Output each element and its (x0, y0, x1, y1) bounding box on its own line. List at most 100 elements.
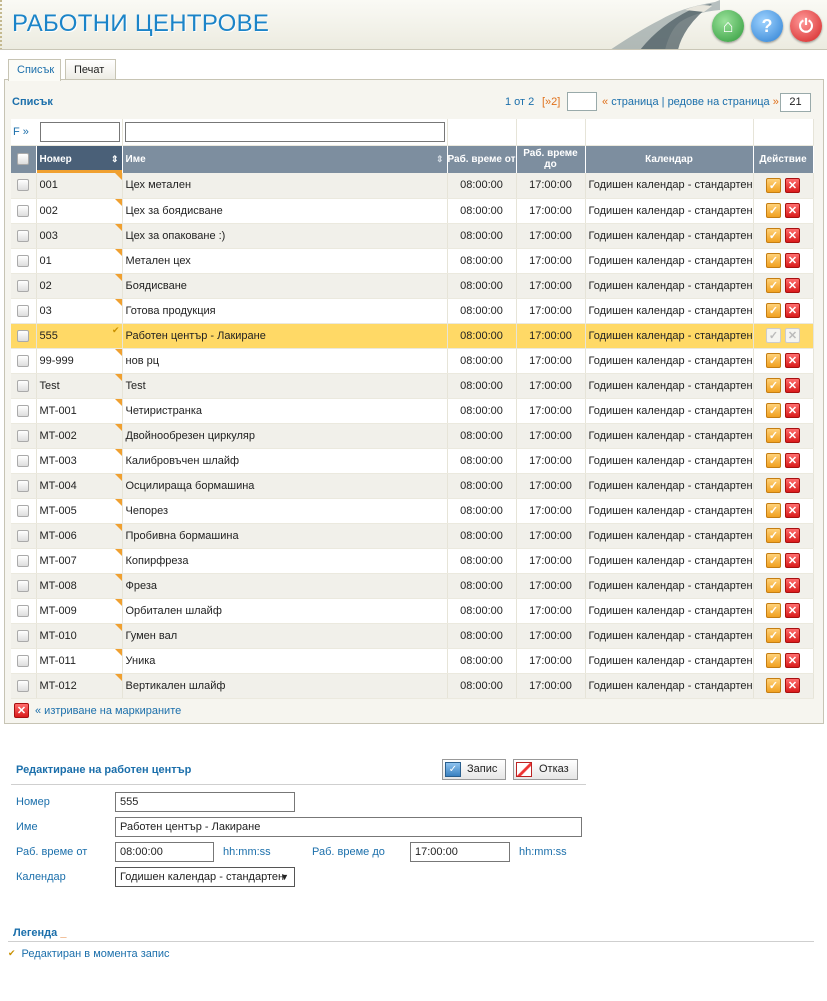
row-checkbox[interactable] (17, 354, 30, 367)
delete-icon[interactable]: ✕ (785, 628, 800, 643)
row-checkbox[interactable] (17, 554, 30, 567)
delete-icon[interactable]: ✕ (785, 278, 800, 293)
logout-button[interactable]: ⏻ (790, 10, 822, 42)
delete-icon[interactable]: ✕ (785, 653, 800, 668)
table-row[interactable]: MT-004 Осцилираща бормашина 08:00:00 17:00:… (11, 473, 814, 499)
edit-icon[interactable]: ✓ (766, 228, 781, 243)
delete-icon[interactable]: ✕ (785, 203, 800, 218)
edit-icon[interactable]: ✓ (766, 353, 781, 368)
table-row[interactable]: 01 Метален цех 08:00:00 17:00:00 Годишен кал… (11, 248, 814, 274)
table-row[interactable]: 003 Цех за опаковане :) 08:00:00 17:00:00 Го… (11, 223, 814, 249)
legend-title[interactable]: Легенда _ (13, 927, 66, 939)
edit-icon[interactable]: ✓ (766, 203, 781, 218)
cancel-button[interactable]: Отказ (513, 759, 578, 780)
number-field[interactable]: 555 (115, 792, 295, 812)
row-checkbox[interactable] (17, 379, 30, 392)
edit-icon[interactable]: ✓ (766, 653, 781, 668)
table-row[interactable]: MT-005 Чепорез 08:00:00 17:00:00 Годишен кал… (11, 498, 814, 524)
row-checkbox[interactable] (17, 679, 30, 692)
row-checkbox[interactable] (17, 504, 30, 517)
edit-icon[interactable]: ✓ (766, 328, 781, 343)
delete-icon[interactable]: ✕ (785, 553, 800, 568)
edit-icon[interactable]: ✓ (766, 628, 781, 643)
delete-icon[interactable]: ✕ (785, 303, 800, 318)
row-checkbox[interactable] (17, 579, 30, 592)
filter-number-input[interactable] (40, 121, 120, 142)
table-row[interactable]: MT-008 Фреза 08:00:00 17:00:00 Годишен кален… (11, 573, 814, 599)
row-checkbox[interactable] (17, 229, 30, 242)
delete-icon[interactable]: ✕ (785, 503, 800, 518)
delete-icon[interactable]: ✕ (785, 578, 800, 593)
row-checkbox[interactable] (17, 429, 30, 442)
edit-icon[interactable]: ✓ (766, 528, 781, 543)
table-row[interactable]: Test Test 08:00:00 17:00:00 Годишен календар… (11, 373, 814, 399)
table-row[interactable]: 001 Цех метален 08:00:00 17:00:00 Годишен ка… (11, 173, 814, 199)
row-checkbox[interactable] (17, 404, 30, 417)
column-header-number[interactable]: Номер ⇕ (36, 145, 123, 173)
column-header-calendar[interactable]: Календар (585, 145, 754, 173)
delete-icon[interactable]: ✕ (785, 603, 800, 618)
delete-icon[interactable]: ✕ (785, 428, 800, 443)
delete-icon[interactable]: ✕ (785, 228, 800, 243)
table-row[interactable]: 02 Боядисване 08:00:00 17:00:00 Годишен кале… (11, 273, 814, 299)
calendar-select[interactable]: Годишен календар - стандартен ▼ (115, 867, 295, 887)
row-checkbox[interactable] (17, 304, 30, 317)
delete-icon[interactable]: ✕ (785, 678, 800, 693)
row-checkbox[interactable] (17, 254, 30, 267)
delete-icon[interactable]: ✕ (785, 453, 800, 468)
delete-icon[interactable]: ✕ (785, 253, 800, 268)
page-number-input[interactable] (567, 92, 597, 111)
filter-name-input[interactable] (124, 121, 445, 142)
table-row[interactable]: MT-012 Вертикален шлайф 08:00:00 17:00:00 Го… (11, 673, 814, 699)
filter-toggle[interactable]: F » (11, 126, 29, 138)
table-row[interactable]: MT-011 Уника 08:00:00 17:00:00 Годишен кален… (11, 648, 814, 674)
edit-icon[interactable]: ✓ (766, 253, 781, 268)
next-page-link[interactable]: [»2] (542, 96, 560, 108)
row-checkbox[interactable] (17, 204, 30, 217)
table-row[interactable]: MT-009 Орбитален шлайф 08:00:00 17:00:00 Год… (11, 598, 814, 624)
row-checkbox[interactable] (17, 179, 30, 192)
edit-icon[interactable]: ✓ (766, 678, 781, 693)
delete-icon[interactable]: ✕ (785, 403, 800, 418)
table-row[interactable]: 002 Цех за боядисване 08:00:00 17:00:00 Годи… (11, 198, 814, 224)
edit-icon[interactable]: ✓ (766, 478, 781, 493)
time-from-field[interactable]: 08:00:00 (115, 842, 214, 862)
delete-marked-link[interactable]: « изтриване на маркираните (35, 705, 181, 717)
delete-icon[interactable]: ✕ (785, 528, 800, 543)
edit-icon[interactable]: ✓ (766, 428, 781, 443)
delete-icon[interactable]: ✕ (785, 177, 800, 193)
column-header-time-from[interactable]: Раб. време от (447, 145, 517, 173)
row-checkbox[interactable] (17, 529, 30, 542)
tab-print[interactable]: Печат (65, 59, 116, 80)
edit-icon[interactable]: ✓ (766, 177, 781, 193)
help-button[interactable]: ? (751, 10, 783, 42)
time-to-field[interactable]: 17:00:00 (410, 842, 510, 862)
delete-icon[interactable]: ✕ (14, 703, 29, 718)
edit-icon[interactable]: ✓ (766, 378, 781, 393)
edit-icon[interactable]: ✓ (766, 278, 781, 293)
table-row[interactable]: MT-003 Калибровъчен шлайф 08:00:00 17:00:00… (11, 448, 814, 474)
table-row[interactable]: MT-002 Двойнообрезен циркуляр 08:00:00 17:0… (11, 423, 814, 449)
row-checkbox[interactable] (17, 454, 30, 467)
delete-icon[interactable]: ✕ (785, 328, 800, 343)
delete-icon[interactable]: ✕ (785, 353, 800, 368)
delete-icon[interactable]: ✕ (785, 478, 800, 493)
delete-icon[interactable]: ✕ (785, 378, 800, 393)
save-button[interactable]: ✓ Запис (442, 759, 506, 780)
rows-per-page-input[interactable]: 21 (780, 93, 811, 112)
edit-icon[interactable]: ✓ (766, 453, 781, 468)
edit-icon[interactable]: ✓ (766, 603, 781, 618)
edit-icon[interactable]: ✓ (766, 578, 781, 593)
row-checkbox[interactable] (17, 279, 30, 292)
row-checkbox[interactable] (17, 629, 30, 642)
table-row[interactable]: 99-999 нов рц 08:00:00 17:00:00 Годишен кале… (11, 348, 814, 374)
delete-marked[interactable]: ✕ « изтриване на маркираните (14, 703, 181, 718)
table-row[interactable]: 555 ✔ Работен център - Лакиране 08:00:00 17:… (11, 323, 814, 349)
table-row[interactable]: MT-006 Пробивна бормашина 08:00:00 17:00:00… (11, 523, 814, 549)
table-row[interactable]: MT-007 Копирфреза 08:00:00 17:00:00 Годишен … (11, 548, 814, 574)
row-checkbox[interactable] (17, 654, 30, 667)
column-header-name[interactable]: Име ⇕ (122, 145, 448, 173)
home-button[interactable]: ⌂ (712, 10, 744, 42)
select-all-checkbox[interactable] (17, 153, 30, 166)
column-header-time-to[interactable]: Раб. време до (516, 145, 586, 173)
